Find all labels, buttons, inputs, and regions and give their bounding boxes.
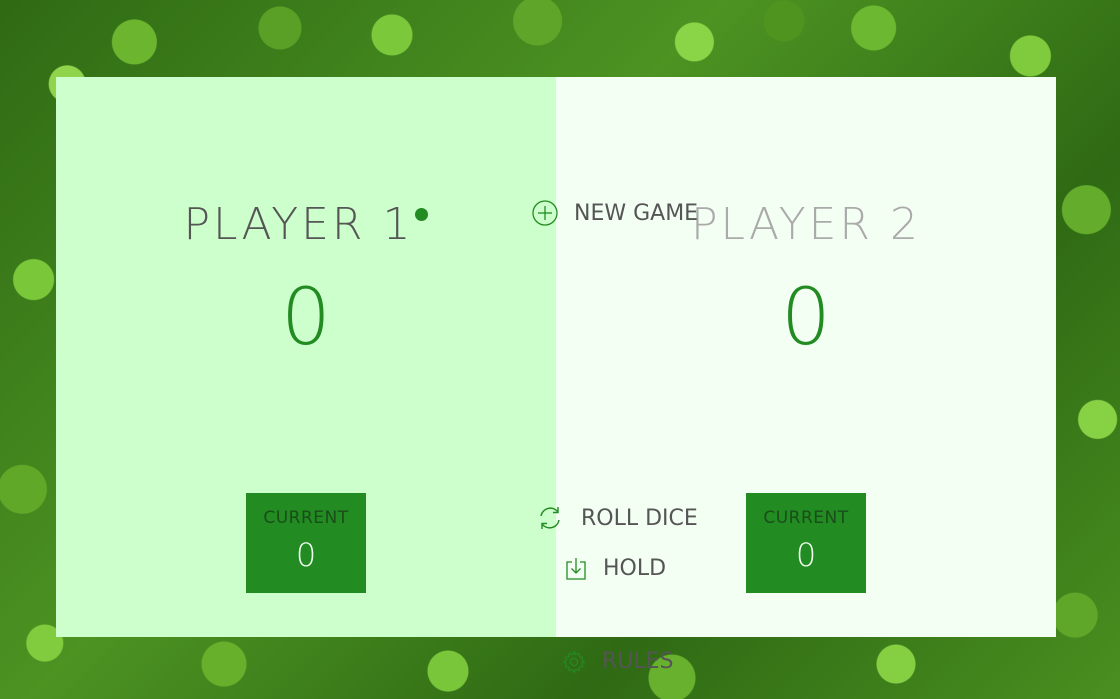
player-2-current-label: CURRENT xyxy=(763,508,849,528)
player-2-current-score: 0 xyxy=(795,536,817,574)
player-2-panel: PLAYER 2 0 CURRENT 0 xyxy=(556,77,1056,637)
plus-circle-icon xyxy=(532,200,558,226)
player-2-name: PLAYER 2 xyxy=(691,199,921,250)
hold-button[interactable]: HOLD xyxy=(559,555,672,582)
active-player-dot-icon xyxy=(415,208,429,221)
rules-button[interactable]: RULES xyxy=(556,648,680,675)
player-1-panel: PLAYER 1 0 CURRENT 0 xyxy=(56,77,556,637)
player-1-total-score: 0 xyxy=(281,273,331,363)
player-1-name-heading: PLAYER 1 xyxy=(56,199,556,250)
refresh-icon xyxy=(535,503,565,533)
gear-icon xyxy=(562,650,586,674)
player-2-current-box: CURRENT 0 xyxy=(746,493,866,593)
player-2-total-score: 0 xyxy=(781,273,831,363)
player-1-current-score: 0 xyxy=(295,536,317,574)
player-1-current-label: CURRENT xyxy=(263,508,349,528)
player-1-current-box: CURRENT 0 xyxy=(246,493,366,593)
player-1-name: PLAYER 1 xyxy=(183,199,414,250)
roll-dice-label: ROLL DICE xyxy=(581,505,698,531)
rules-label: RULES xyxy=(602,649,674,674)
hold-label: HOLD xyxy=(603,556,667,581)
game-board: PLAYER 1 0 CURRENT 0 PLAYER 2 0 CURRENT … xyxy=(56,77,1056,674)
roll-dice-button[interactable]: ROLL DICE xyxy=(529,502,704,534)
new-game-label: NEW GAME xyxy=(574,200,699,226)
new-game-button[interactable]: NEW GAME xyxy=(526,199,704,227)
download-icon xyxy=(565,557,587,581)
